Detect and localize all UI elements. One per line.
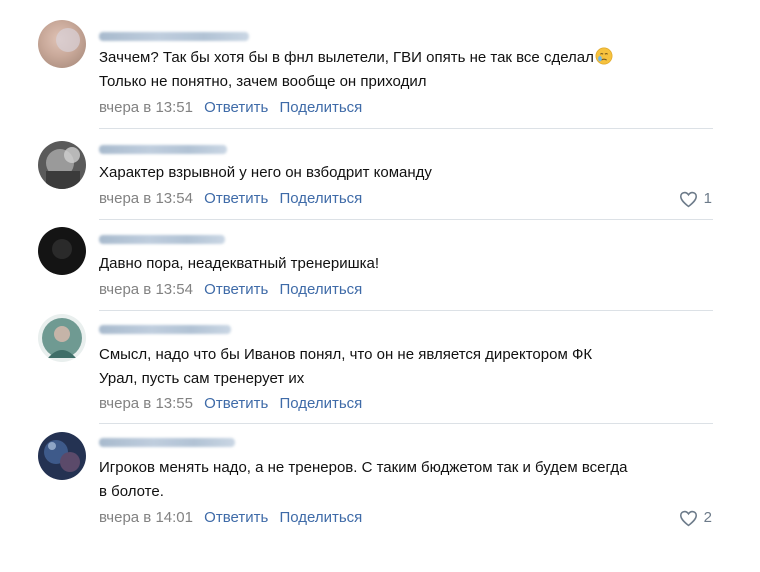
share-button[interactable]: Поделиться [279, 281, 362, 298]
like-count: 2 [703, 509, 712, 526]
like-button[interactable]: 2 [679, 509, 712, 527]
avatar-image [38, 432, 86, 480]
avatar[interactable] [38, 20, 86, 68]
avatar[interactable] [38, 227, 86, 275]
comment-text: Давно пора, неадекватный тренеришка! [99, 255, 380, 272]
share-button[interactable]: Поделиться [279, 509, 362, 526]
comment-meta: вчера в 13:55 Ответить Поделиться [99, 395, 362, 413]
comment-meta: вчера в 14:01 Ответить Поделиться [99, 509, 362, 527]
timestamp[interactable]: вчера в 13:54 [99, 190, 193, 207]
comments-feed: Заччем? Так бы хотя бы в фнл вылетели, Г… [0, 0, 760, 572]
timestamp[interactable]: вчера в 13:54 [99, 281, 193, 298]
like-button[interactable]: 1 [679, 190, 712, 208]
share-button[interactable]: Поделиться [279, 99, 362, 116]
author-name-blurred[interactable] [99, 438, 235, 447]
author-name-blurred[interactable] [99, 235, 225, 244]
comment-meta: вчера в 13:54 Ответить Поделиться [99, 281, 362, 299]
divider [99, 128, 713, 129]
comment-meta: вчера в 13:54 Ответить Поделиться [99, 190, 362, 208]
like-count: 1 [703, 190, 712, 207]
comment-text: Смысл, надо что бы Иванов понял, что он … [99, 346, 593, 387]
divider [99, 219, 713, 220]
reply-button[interactable]: Ответить [204, 190, 268, 207]
reply-button[interactable]: Ответить [204, 99, 268, 116]
heart-icon [679, 191, 697, 207]
avatar-image [38, 141, 86, 189]
reply-button[interactable]: Ответить [204, 395, 268, 412]
author-name-blurred[interactable] [99, 32, 249, 41]
share-button[interactable]: Поделиться [279, 395, 362, 412]
avatar-image [38, 20, 86, 68]
avatar-image [38, 227, 86, 275]
heart-icon [679, 510, 697, 526]
author-name-blurred[interactable] [99, 145, 227, 154]
comment-meta: вчера в 13:51 Ответить Поделиться [99, 99, 362, 117]
comment-text: Заччем? Так бы хотя бы в фнл вылетели, Г… [99, 46, 709, 94]
author-name-blurred[interactable] [99, 325, 231, 334]
avatar-image [38, 314, 86, 362]
sad-face-icon [595, 47, 613, 65]
timestamp[interactable]: вчера в 13:55 [99, 395, 193, 412]
avatar[interactable] [38, 314, 86, 362]
comment-text: Игроков менять надо, а не тренеров. С та… [99, 459, 628, 500]
reply-button[interactable]: Ответить [204, 509, 268, 526]
avatar[interactable] [38, 432, 86, 480]
timestamp[interactable]: вчера в 13:51 [99, 99, 193, 116]
divider [99, 423, 713, 424]
share-button[interactable]: Поделиться [279, 190, 362, 207]
timestamp[interactable]: вчера в 14:01 [99, 509, 193, 526]
comment-text: Характер взрывной у него он взбодрит ком… [99, 164, 432, 181]
avatar[interactable] [38, 141, 86, 189]
divider [99, 310, 713, 311]
reply-button[interactable]: Ответить [204, 281, 268, 298]
